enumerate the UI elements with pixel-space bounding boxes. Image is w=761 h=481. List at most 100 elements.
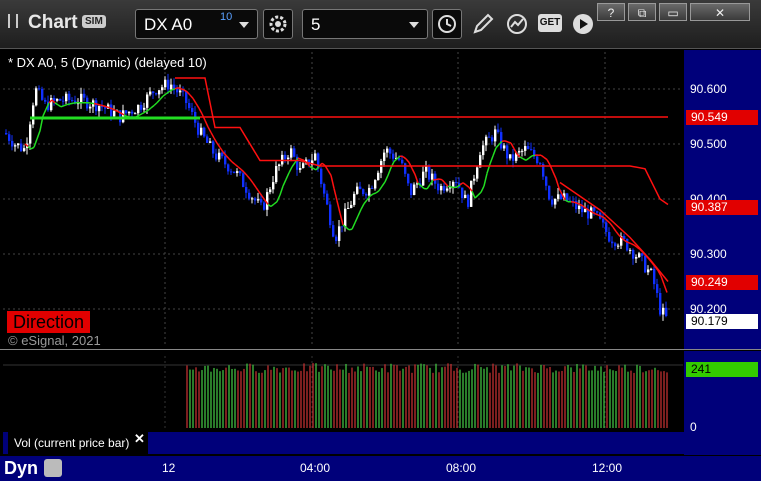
moving-average-line [420,185,425,190]
moving-average-line [66,103,71,106]
moving-average-line [603,217,608,222]
candle-body [278,164,281,167]
dynamic-label[interactable]: Dyn [4,456,38,481]
candle-body [602,218,605,223]
candle-body [287,157,290,160]
candle-body [377,172,380,181]
candle-body [530,149,533,151]
candle-body [503,145,506,149]
candle-body [344,208,347,227]
moving-average-line [504,140,509,143]
moving-average-line [282,179,287,187]
moving-average-line [336,200,341,214]
candle-body [164,79,167,88]
moving-average-line [144,109,149,113]
candle-body [236,171,239,174]
candle-body [11,140,14,147]
moving-average-line [597,214,602,217]
moving-average-line [489,155,494,165]
moving-average-line [33,138,38,148]
candle-body [212,141,215,154]
candle-body [332,225,335,237]
moving-average-line [426,184,431,190]
moving-average-line [213,137,218,144]
price-tick: 90.600 [690,82,727,96]
candle-body [146,94,149,108]
moving-average-line [93,102,98,105]
moving-average-line [105,105,110,109]
candle-body [461,187,464,199]
price-tick: 90.300 [690,247,727,261]
candle-body [38,88,41,90]
candle-body [413,184,416,196]
candle-body [98,106,101,112]
moving-average-line [351,222,356,230]
candle-body [368,187,371,196]
moving-average-line [246,175,251,180]
price-tick: 90.500 [690,137,727,151]
candle-body [188,103,191,109]
moving-average-line [180,88,185,91]
candle-body [359,186,362,190]
moving-average-line [345,226,350,231]
candle-body [524,146,527,151]
candle-body [641,253,644,256]
moving-average-line [171,88,176,91]
moving-average-line [477,191,482,196]
volume-study-label[interactable]: Vol (current price bar) [8,432,148,454]
moving-average-line [237,166,242,170]
moving-average-line [210,132,215,139]
moving-average-line [585,207,590,211]
last-price-tag: 90.179 [686,314,758,329]
moving-average-line [186,91,191,96]
moving-average-line [141,111,146,115]
moving-average-line [402,156,407,160]
candle-body [290,148,293,158]
moving-average-line [72,102,77,105]
candle-body [329,204,332,226]
close-icon[interactable]: ✕ [134,431,145,447]
moving-average-line [630,242,635,246]
moving-average-line [663,283,668,293]
moving-average-line [492,147,497,157]
direction-study-label[interactable]: Direction [7,311,91,333]
time-tick: 08:00 [446,461,477,475]
moving-average-line [297,157,302,160]
candle-body [206,136,209,143]
moving-average-line [150,104,155,109]
moving-average-line [531,154,536,157]
chart-title: * DX A0, 5 (Dynamic) (delayed 10) [8,55,207,70]
moving-average-line [63,103,68,107]
candle-body [23,148,26,151]
candle-body [173,84,176,89]
moving-average-line [321,162,326,167]
moving-average-line [480,185,485,193]
candle-body [224,156,227,165]
lock-icon[interactable] [44,459,62,477]
candle-body [557,194,560,199]
candle-body [356,186,359,194]
candle-body [365,194,368,196]
moving-average-line [375,190,380,194]
moving-average-line [609,222,614,228]
candle-body [320,168,323,185]
candle-body [512,154,515,161]
candle-body [323,184,326,194]
moving-average-line [378,185,383,192]
candle-body [608,232,611,242]
candle-body [485,136,488,146]
candle-body [32,105,35,125]
candle-body [269,189,272,193]
candle-body [494,129,497,142]
time-axis[interactable]: Dyn 12 04:00 08:00 12:00 [0,456,761,481]
candle-body [248,192,251,199]
moving-average-line [555,178,560,189]
candle-body [455,181,458,183]
candle-body [347,207,350,209]
candle-body [446,188,449,191]
moving-average-line [612,226,617,232]
resistance-price-tag: 90.549 [686,110,758,125]
candle-body [518,151,521,153]
candle-body [239,171,242,174]
candle-body [221,152,224,157]
